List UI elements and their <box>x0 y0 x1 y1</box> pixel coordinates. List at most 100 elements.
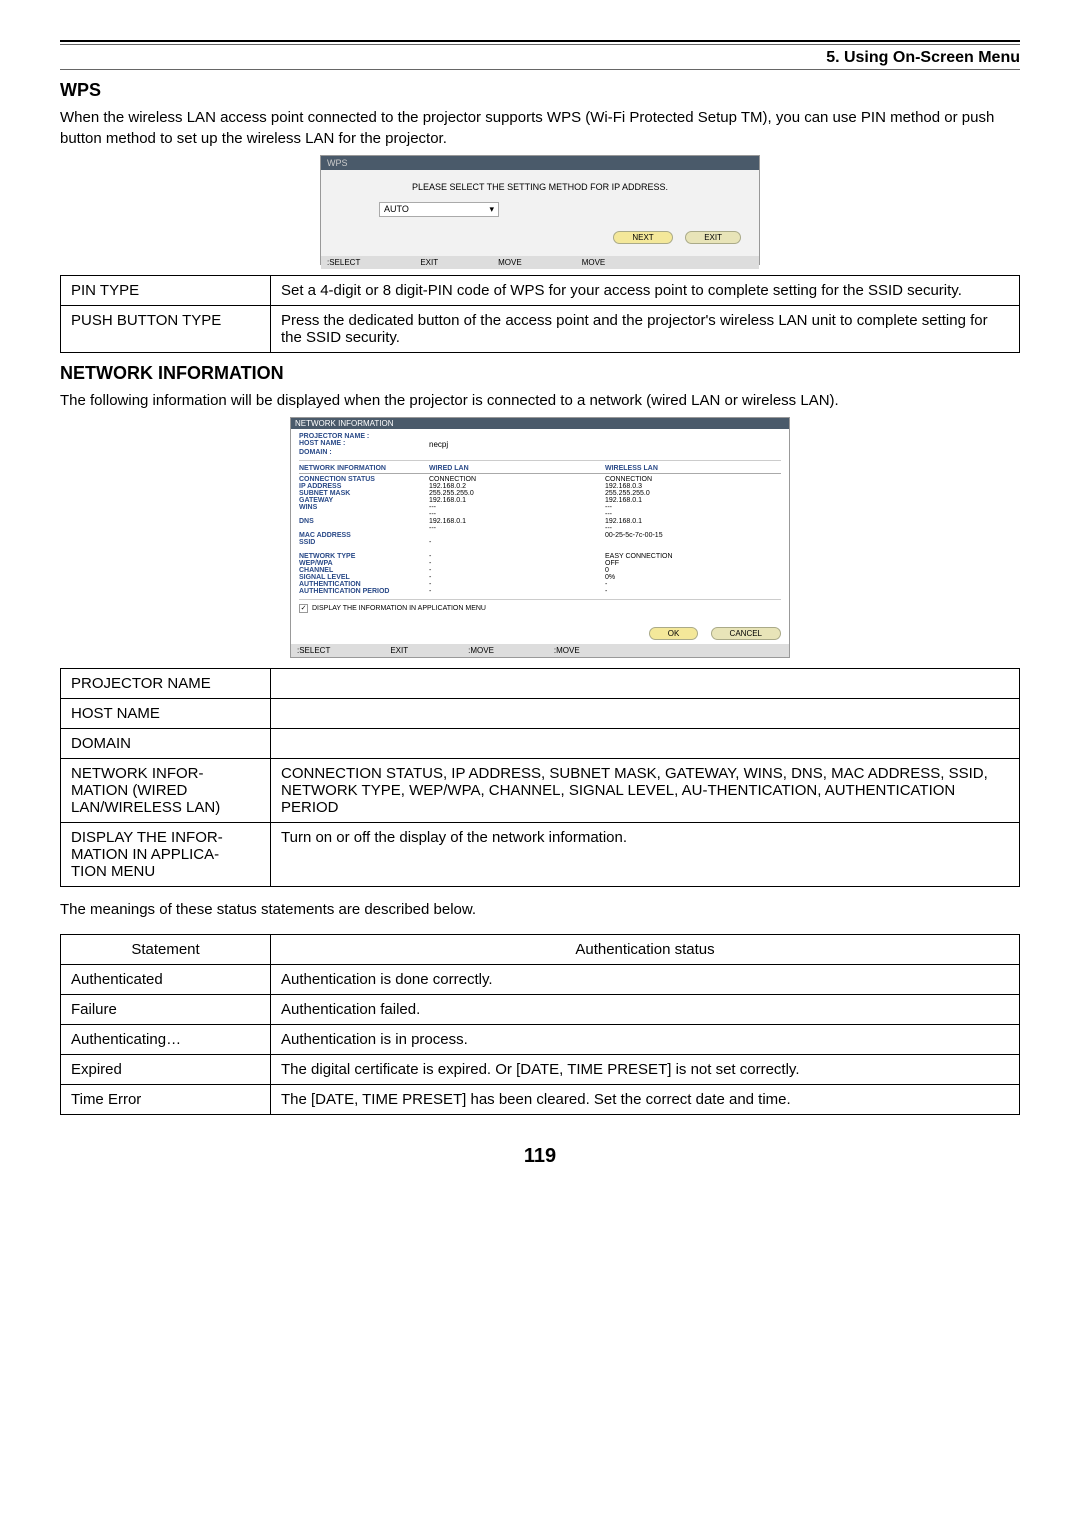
net-wired-val: --- <box>429 525 605 532</box>
net-wireless-val: 255.255.255.0 <box>605 490 781 497</box>
net-wired-val: 192.168.0.1 <box>429 518 605 525</box>
cell-key: HOST NAME <box>61 699 271 729</box>
wps-heading: WPS <box>60 80 1020 101</box>
net-wired-val: - <box>429 567 605 574</box>
cell-key: NETWORK INFOR- MATION (WIRED LAN/WIRELES… <box>61 759 271 823</box>
statement-header: Statement <box>61 935 271 965</box>
status-val: Authentication failed. <box>271 995 1020 1025</box>
net-wired-val: - <box>429 588 605 595</box>
table-row: AuthenticatedAuthentication is done corr… <box>61 965 1020 995</box>
wps-mode-select[interactable]: AUTO ▾ <box>379 202 499 217</box>
footer-move: MOVE <box>582 258 606 267</box>
checkbox-label: DISPLAY THE INFORMATION IN APPLICATION M… <box>312 605 486 612</box>
net-wired-val: - <box>429 574 605 581</box>
chevron-down-icon: ▾ <box>489 204 494 215</box>
table-row: Time ErrorThe [DATE, TIME PRESET] has be… <box>61 1085 1020 1115</box>
net-wired-val: CONNECTION <box>429 476 605 483</box>
wps-table: PIN TYPE Set a 4-digit or 8 digit-PIN co… <box>60 275 1020 353</box>
net-row-label: WINS <box>299 504 429 511</box>
table-row: Authenticating…Authentication is in proc… <box>61 1025 1020 1055</box>
cell-val <box>271 699 1020 729</box>
footer-move: :MOVE <box>554 646 580 655</box>
net-wireless-val: --- <box>605 511 781 518</box>
table-row: PUSH BUTTON TYPE Press the dedicated but… <box>61 306 1020 353</box>
net-wired-val: - <box>429 581 605 588</box>
net-wireless-val: 192.168.0.3 <box>605 483 781 490</box>
net-wireless-val: --- <box>605 525 781 532</box>
status-note: The meanings of these status statements … <box>60 901 1020 918</box>
net-wired-val: --- <box>429 511 605 518</box>
wps-mode-value: AUTO <box>384 204 409 215</box>
net-wireless-val: - <box>605 588 781 595</box>
net-wired-val: 255.255.255.0 <box>429 490 605 497</box>
net-wired-val: - <box>429 560 605 567</box>
wps-screenshot: WPS PLEASE SELECT THE SETTING METHOD FOR… <box>320 155 760 265</box>
cell-key: PROJECTOR NAME <box>61 669 271 699</box>
status-table: Statement Authentication status Authenti… <box>60 934 1020 1115</box>
page-number: 119 <box>60 1145 1020 1168</box>
wps-row-key: PIN TYPE <box>61 276 271 306</box>
status-key: Expired <box>61 1055 271 1085</box>
footer-move: MOVE <box>498 258 522 267</box>
netinfo-section-label: NETWORK INFORMATION <box>299 465 429 474</box>
status-key: Failure <box>61 995 271 1025</box>
table-row: PIN TYPE Set a 4-digit or 8 digit-PIN co… <box>61 276 1020 306</box>
table-row: NETWORK INFOR- MATION (WIRED LAN/WIRELES… <box>61 759 1020 823</box>
cell-key: DOMAIN <box>61 729 271 759</box>
status-key: Authenticating… <box>61 1025 271 1055</box>
net-row-label: GATEWAY <box>299 497 429 504</box>
net-row-label: MAC ADDRESS <box>299 532 429 539</box>
net-wired-val <box>429 546 605 553</box>
net-row-label: SIGNAL LEVEL <box>299 574 429 581</box>
net-row-label: CONNECTION STATUS <box>299 476 429 483</box>
wps-shot-header: WPS <box>321 156 759 170</box>
status-val: The digital certificate is expired. Or [… <box>271 1055 1020 1085</box>
footer-select: :SELECT <box>297 646 330 655</box>
wps-shot-footer: :SELECT EXIT MOVE MOVE <box>321 256 759 269</box>
table-row: ExpiredThe digital certificate is expire… <box>61 1055 1020 1085</box>
netinfo-table: PROJECTOR NAME HOST NAME DOMAIN NETWORK … <box>60 668 1020 887</box>
net-wireless-val: - <box>605 581 781 588</box>
netinfo-shot-footer: :SELECT EXIT :MOVE :MOVE <box>291 644 789 657</box>
proj-name-label: PROJECTOR NAME : <box>299 433 429 440</box>
net-wired-val: - <box>429 539 605 546</box>
checkbox-icon: ✓ <box>299 604 308 613</box>
net-row-label: AUTHENTICATION PERIOD <box>299 588 429 595</box>
net-wireless-val: CONNECTION <box>605 476 781 483</box>
display-info-checkbox[interactable]: ✓ DISPLAY THE INFORMATION IN APPLICATION … <box>299 604 781 613</box>
footer-exit: EXIT <box>390 646 408 655</box>
authstatus-header: Authentication status <box>271 935 1020 965</box>
ok-button[interactable]: OK <box>649 627 699 640</box>
cell-val <box>271 729 1020 759</box>
net-wireless-val: 0 <box>605 567 781 574</box>
net-wired-val: 192.168.0.2 <box>429 483 605 490</box>
cell-val <box>271 669 1020 699</box>
net-wired-val: - <box>429 553 605 560</box>
wps-row-key: PUSH BUTTON TYPE <box>61 306 271 353</box>
net-row-label: AUTHENTICATION <box>299 581 429 588</box>
wireless-col-header: WIRELESS LAN <box>605 465 781 474</box>
table-row: PROJECTOR NAME <box>61 669 1020 699</box>
table-row: DOMAIN <box>61 729 1020 759</box>
status-val: Authentication is done correctly. <box>271 965 1020 995</box>
net-row-label: NETWORK TYPE <box>299 553 429 560</box>
net-wireless-val: 00-25-5c-7c-00-15 <box>605 532 781 539</box>
chapter-title: 5. Using On-Screen Menu <box>60 49 1020 67</box>
net-wired-val <box>429 532 605 539</box>
status-val: Authentication is in process. <box>271 1025 1020 1055</box>
table-row: DISPLAY THE INFOR- MATION IN APPLICA- TI… <box>61 823 1020 887</box>
net-row-label: IP ADDRESS <box>299 483 429 490</box>
wps-next-button[interactable]: NEXT <box>613 231 672 244</box>
wps-row-val: Set a 4-digit or 8 digit-PIN code of WPS… <box>271 276 1020 306</box>
cancel-button[interactable]: CANCEL <box>711 627 781 640</box>
net-wired-val: 192.168.0.1 <box>429 497 605 504</box>
wps-shot-instruction: PLEASE SELECT THE SETTING METHOD FOR IP … <box>339 182 741 192</box>
netinfo-screenshot: NETWORK INFORMATION PROJECTOR NAME : HOS… <box>290 417 790 658</box>
footer-exit: EXIT <box>420 258 438 267</box>
net-wireless-val <box>605 539 781 546</box>
wps-exit-button[interactable]: EXIT <box>685 231 741 244</box>
netinfo-shot-header: NETWORK INFORMATION <box>291 418 789 429</box>
net-row-label: SSID <box>299 539 429 546</box>
wps-intro: When the wireless LAN access point conne… <box>60 107 1020 149</box>
net-wireless-val: 192.168.0.1 <box>605 518 781 525</box>
